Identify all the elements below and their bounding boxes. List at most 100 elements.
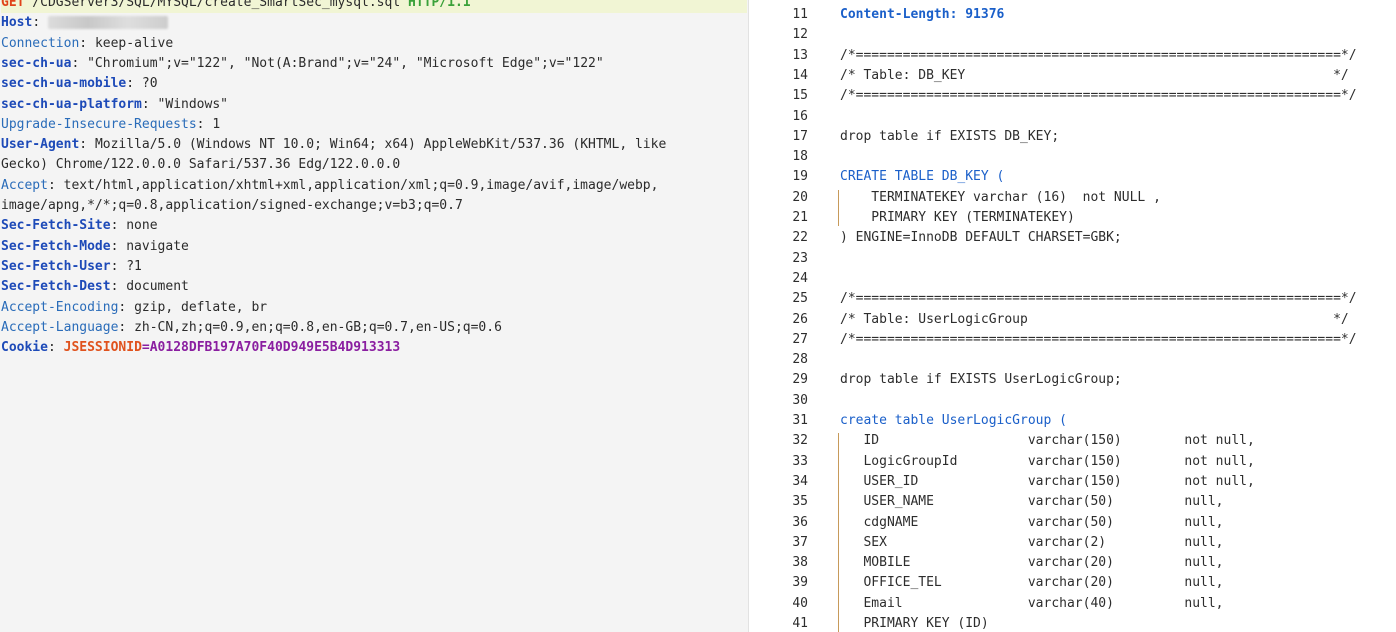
- header-line[interactable]: User-Agent: Mozilla/5.0 (Windows NT 10.0…: [1, 135, 666, 155]
- pane-splitter[interactable]: [748, 0, 766, 632]
- line-number: 39: [792, 575, 808, 591]
- header-value: none: [126, 218, 158, 234]
- code-text: /*======================================…: [840, 88, 1357, 104]
- code-line[interactable]: 28: [766, 350, 1396, 370]
- code-line[interactable]: 13 /*====================================…: [766, 46, 1396, 66]
- code-line[interactable]: 16: [766, 107, 1396, 127]
- line-number: 14: [792, 67, 808, 83]
- code-text: drop table if EXISTS DB_KEY;: [840, 128, 1060, 144]
- header-line[interactable]: Sec-Fetch-User: ?1: [1, 257, 142, 277]
- header-line[interactable]: Sec-Fetch-Site: none: [1, 216, 158, 236]
- header-line[interactable]: Connection: keep-alive: [1, 34, 173, 54]
- code-line[interactable]: 25 /*====================================…: [766, 289, 1396, 309]
- code-line[interactable]: 30: [766, 391, 1396, 411]
- line-number: 12: [792, 27, 808, 43]
- code-line[interactable]: 21 PRIMARY KEY (TERMINATEKEY): [766, 208, 1396, 228]
- code-text: LogicGroupId varchar(150) not null,: [840, 453, 1255, 469]
- code-line[interactable]: 35 USER_NAME varchar(50) null,: [766, 492, 1396, 512]
- header-separator: :: [32, 15, 48, 31]
- header-value: text/html,application/xhtml+xml,applicat…: [63, 177, 659, 193]
- code-text: /* Table: UserLogicGroup */: [840, 311, 1349, 327]
- code-line[interactable]: 34 USER_ID varchar(150) not null,: [766, 472, 1396, 492]
- line-number: 29: [792, 372, 808, 388]
- code-line[interactable]: 11 Content-Length: 91376: [766, 5, 1396, 25]
- code-line[interactable]: 14 /* Table: DB_KEY */: [766, 66, 1396, 86]
- code-line[interactable]: 23: [766, 249, 1396, 269]
- line-number: 26: [792, 311, 808, 327]
- code-line[interactable]: 24: [766, 269, 1396, 289]
- line-number: 27: [792, 331, 808, 347]
- header-value: ?1: [126, 258, 142, 274]
- code-line[interactable]: 18: [766, 147, 1396, 167]
- code-line[interactable]: 40 Email varchar(40) null,: [766, 594, 1396, 614]
- header-line[interactable]: Accept-Encoding: gzip, deflate, br: [1, 298, 267, 318]
- code-text: OFFICE_TEL varchar(20) null,: [840, 575, 1224, 591]
- header-value: document: [126, 279, 189, 295]
- header-line[interactable]: Cookie: JSESSIONID=A0128DFB197A70F40D949…: [1, 338, 400, 358]
- header-value: keep-alive: [94, 35, 174, 51]
- header-continuation[interactable]: Gecko) Chrome/122.0.0.0 Safari/537.36 Ed…: [1, 155, 400, 175]
- code-text: CREATE TABLE DB_KEY (: [840, 169, 1005, 185]
- header-name: Cookie: [1, 340, 48, 356]
- header-separator: :: [118, 319, 135, 335]
- header-separator: :: [126, 76, 142, 92]
- request-line[interactable]: GET /CDGServer3/SQL/MYSQL/create_SmartSe…: [1, 0, 747, 13]
- header-name: Upgrade-Insecure-Requests: [1, 116, 197, 132]
- request-method: GET: [1, 0, 25, 10]
- code-line[interactable]: 33 LogicGroupId varchar(150) not null,: [766, 452, 1396, 472]
- code-line[interactable]: 32 ID varchar(150) not null,: [766, 431, 1396, 451]
- code-line[interactable]: 26 /* Table: UserLogicGroup */: [766, 310, 1396, 330]
- code-line[interactable]: 31 create table UserLogicGroup (: [766, 411, 1396, 431]
- header-continuation[interactable]: image/apng,*/*;q=0.8,application/signed-…: [1, 196, 463, 216]
- code-line[interactable]: 27 /*====================================…: [766, 330, 1396, 350]
- header-name: sec-ch-ua-platform: [1, 96, 142, 112]
- code-line[interactable]: 29 drop table if EXISTS UserLogicGroup;: [766, 370, 1396, 390]
- header-line[interactable]: Accept: text/html,application/xhtml+xml,…: [1, 176, 658, 196]
- response-editor[interactable]: 11 Content-Length: 91376 12 13 /*===========…: [766, 0, 1396, 632]
- header-line[interactable]: Sec-Fetch-Mode: navigate: [1, 237, 189, 257]
- header-line[interactable]: sec-ch-ua-mobile: ?0: [1, 74, 158, 94]
- code-line[interactable]: 20 TERMINATEKEY varchar (16) not NULL ,: [766, 188, 1396, 208]
- code-text: drop table if EXISTS UserLogicGroup;: [840, 372, 1122, 388]
- header-name: Connection: [1, 35, 80, 51]
- header-separator: :: [79, 137, 95, 153]
- header-value: 1: [212, 116, 221, 132]
- header-separator: :: [47, 340, 64, 356]
- header-line[interactable]: sec-ch-ua-platform: "Windows": [1, 95, 228, 115]
- header-line[interactable]: Host:: [1, 13, 168, 33]
- header-name: User-Agent: [1, 137, 80, 153]
- code-line[interactable]: 19 CREATE TABLE DB_KEY (: [766, 167, 1396, 187]
- line-number: 20: [792, 189, 808, 205]
- indent-guide: [838, 433, 839, 632]
- code-line[interactable]: 38 MOBILE varchar(20) null,: [766, 553, 1396, 573]
- code-line[interactable]: 15 /*====================================…: [766, 86, 1396, 106]
- header-line[interactable]: Upgrade-Insecure-Requests: 1: [1, 115, 220, 135]
- header-name: Accept-Language: [1, 319, 119, 335]
- header-separator: :: [118, 299, 135, 315]
- header-separator: :: [141, 96, 158, 112]
- code-line[interactable]: 41 PRIMARY KEY (ID): [766, 614, 1396, 632]
- header-separator: :: [110, 238, 127, 254]
- code-line[interactable]: 39 OFFICE_TEL varchar(20) null,: [766, 573, 1396, 593]
- header-value: navigate: [126, 238, 189, 254]
- request-editor[interactable]: GET /CDGServer3/SQL/MYSQL/create_SmartSe…: [0, 0, 748, 632]
- http-version: HTTP/1.1: [408, 0, 471, 10]
- header-line[interactable]: sec-ch-ua: "Chromium";v="122", "Not(A:Br…: [1, 54, 604, 74]
- code-text: create table UserLogicGroup (: [840, 413, 1067, 428]
- code-text: SEX varchar(2) null,: [840, 534, 1224, 550]
- header-line[interactable]: Accept-Language: zh-CN,zh;q=0.9,en;q=0.8…: [1, 318, 502, 338]
- header-separator: :: [110, 279, 127, 295]
- line-number: 32: [792, 433, 808, 449]
- code-text: ID varchar(150) not null,: [840, 433, 1255, 449]
- code-line[interactable]: 37 SEX varchar(2) null,: [766, 533, 1396, 553]
- response-header: Content-Length: 91376: [840, 7, 1005, 22]
- header-name: Accept-Encoding: [1, 299, 119, 315]
- header-line[interactable]: Sec-Fetch-Dest: document: [1, 277, 189, 297]
- code-line[interactable]: 12: [766, 25, 1396, 45]
- code-text: MOBILE varchar(20) null,: [840, 555, 1224, 571]
- code-line[interactable]: 36 cdgNAME varchar(50) null,: [766, 513, 1396, 533]
- line-number: 16: [792, 108, 808, 124]
- line-number: 41: [792, 616, 808, 631]
- code-line[interactable]: 17 drop table if EXISTS DB_KEY;: [766, 127, 1396, 147]
- code-line[interactable]: 22) ENGINE=InnoDB DEFAULT CHARSET=GBK;: [766, 228, 1396, 248]
